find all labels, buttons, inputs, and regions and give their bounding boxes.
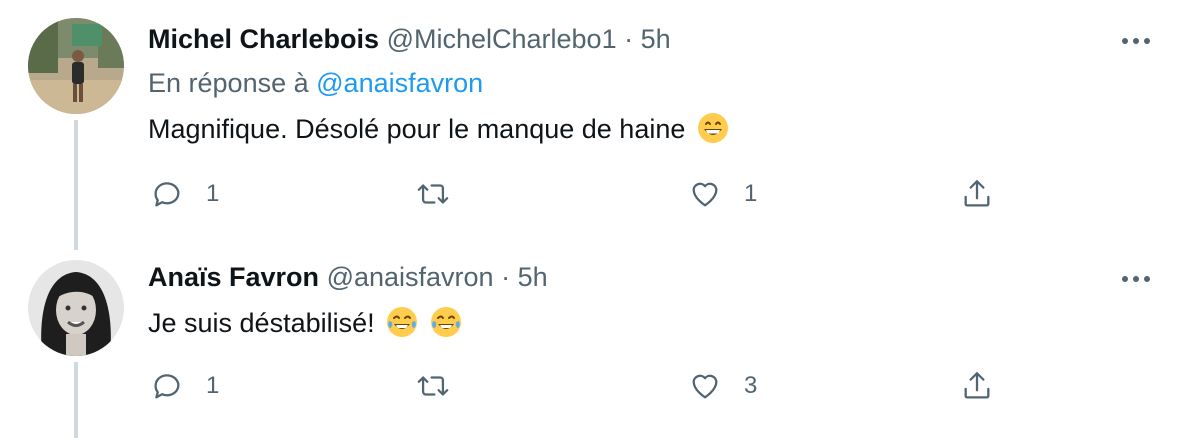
reply-icon	[154, 182, 180, 207]
share-icon	[964, 180, 990, 207]
reply-button[interactable]: 1	[150, 176, 219, 212]
reply-button[interactable]: 1	[150, 368, 219, 404]
author-handle[interactable]: @MichelCharlebo1	[387, 24, 617, 54]
share-icon	[964, 372, 990, 399]
author-name[interactable]: Michel Charlebois	[148, 24, 379, 54]
like-button[interactable]: 1	[688, 176, 757, 212]
tears-of-joy-emoji	[386, 306, 418, 346]
retweet-icon	[417, 184, 449, 204]
retweet-icon	[417, 376, 449, 396]
tears-of-joy-emoji	[430, 306, 462, 346]
reply-context: En réponse à @anaisfavron	[148, 66, 483, 100]
tweet-header: Michel Charlebois @MichelCharlebo1 · 5h	[148, 22, 671, 56]
tweet-text-content: Je suis déstabilisé!	[148, 308, 375, 338]
like-count: 1	[744, 180, 758, 207]
retweet-button[interactable]	[416, 176, 472, 212]
tweet-text-content: Magnifique. Désolé pour le manque de hai…	[148, 114, 686, 144]
avatar[interactable]	[28, 260, 124, 356]
separator: ·	[501, 262, 511, 292]
grinning-face-emoji	[697, 112, 729, 152]
timestamp[interactable]: 5h	[518, 262, 548, 292]
like-count: 3	[744, 372, 758, 399]
share-button[interactable]	[960, 176, 994, 212]
share-button[interactable]	[960, 368, 994, 404]
tweet-actions: 1 3	[148, 368, 1008, 404]
tweet-text: Magnifique. Désolé pour le manque de hai…	[148, 112, 729, 152]
author-name[interactable]: Anaïs Favron	[148, 262, 319, 292]
thread-line	[74, 362, 78, 438]
mention-link[interactable]: @anaisfavron	[316, 68, 483, 98]
reply-count: 1	[206, 372, 220, 399]
avatar[interactable]	[28, 18, 124, 114]
tweet-text: Je suis déstabilisé!	[148, 306, 462, 346]
tweet-header: Anaïs Favron @anaisfavron · 5h	[148, 260, 548, 294]
reply-count: 1	[206, 180, 220, 207]
more-icon[interactable]	[1116, 26, 1156, 56]
retweet-button[interactable]	[416, 368, 472, 404]
tweet[interactable]: Anaïs Favron @anaisfavron · 5h Je suis d…	[0, 250, 1186, 438]
like-button[interactable]: 3	[688, 368, 757, 404]
tweet-actions: 1 1	[148, 176, 1008, 212]
tweet[interactable]: Michel Charlebois @MichelCharlebo1 · 5h …	[0, 0, 1186, 250]
more-icon[interactable]	[1116, 264, 1156, 294]
heart-icon	[692, 374, 718, 399]
author-handle[interactable]: @anaisfavron	[327, 262, 494, 292]
heart-icon	[692, 182, 718, 207]
reply-icon	[154, 374, 180, 399]
separator: ·	[624, 24, 634, 54]
thread-line	[74, 120, 78, 250]
reply-prefix: En réponse à	[148, 68, 309, 98]
timestamp[interactable]: 5h	[641, 24, 671, 54]
